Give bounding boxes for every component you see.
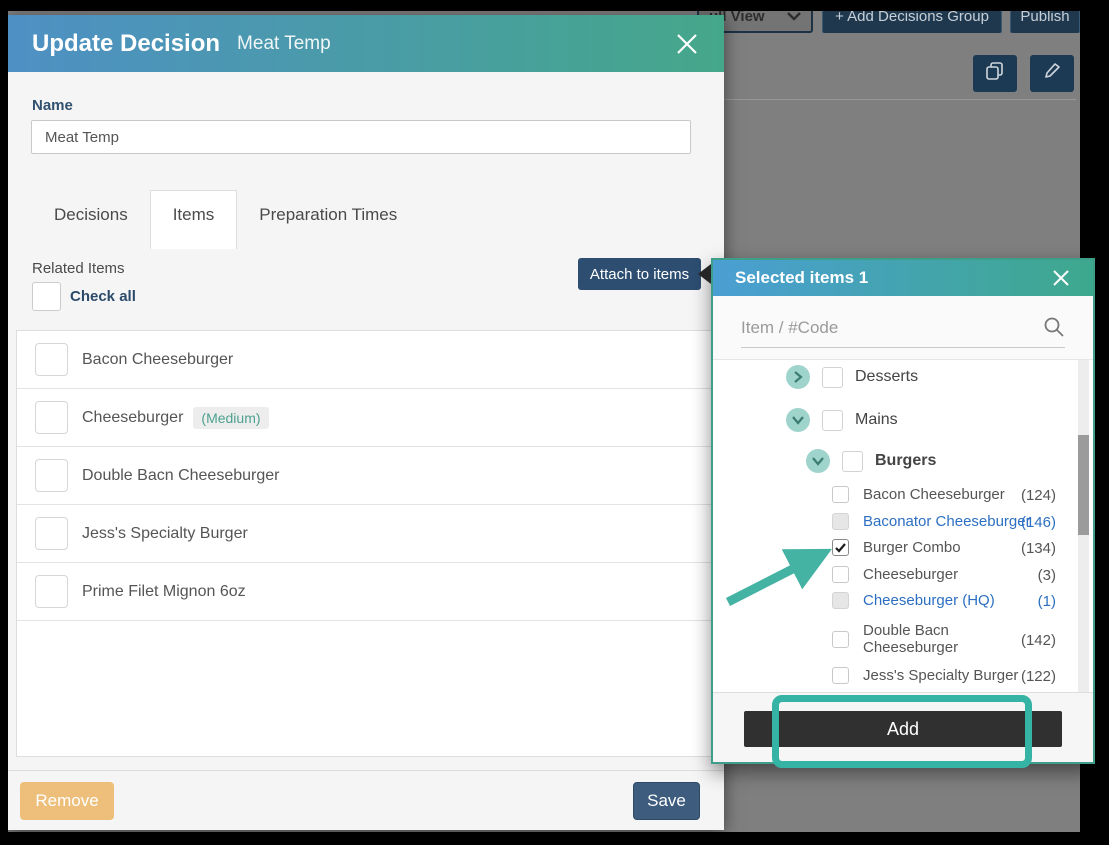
checkmark-icon: [835, 543, 846, 553]
modal-subtitle: Meat Temp: [237, 33, 331, 55]
tree-leaf: Baconator Cheeseburger: [832, 513, 1031, 530]
item-label: Cheeseburger: [82, 409, 183, 427]
item-checkbox[interactable]: [35, 401, 68, 434]
save-button[interactable]: Save: [633, 782, 700, 820]
modal-footer: Remove Save: [8, 770, 724, 830]
leaf-code: (124): [1021, 487, 1056, 504]
leaf-code: (142): [1021, 632, 1056, 649]
group-checkbox[interactable]: [822, 410, 843, 431]
leaf-checkbox[interactable]: [832, 513, 849, 530]
update-decision-modal: Update Decision Meat Temp Name Decisions…: [8, 15, 724, 830]
leaf-checkbox[interactable]: [832, 566, 849, 583]
edit-button[interactable]: [1030, 55, 1074, 92]
modal-title: Update Decision: [32, 30, 220, 58]
item-label: Jess's Specialty Burger: [82, 525, 248, 543]
check-all-checkbox[interactable]: [32, 282, 61, 311]
copy-icon: [984, 61, 1006, 86]
leaf-code: (134): [1021, 540, 1056, 557]
remove-button[interactable]: Remove: [20, 782, 114, 820]
group-label: Mains: [855, 411, 898, 429]
modal-header: Update Decision Meat Temp: [8, 15, 724, 72]
close-icon[interactable]: [674, 31, 700, 57]
related-items-list: Bacon Cheeseburger Cheeseburger (Medium)…: [16, 330, 716, 757]
popup-scrollbar-track[interactable]: [1078, 360, 1089, 692]
leaf-label: Burger Combo: [863, 539, 961, 556]
tree-group-burgers: Burgers: [806, 449, 936, 473]
add-decisions-group-label: + Add Decisions Group: [835, 11, 989, 25]
leaf-label: Bacon Cheeseburger: [863, 486, 1005, 503]
group-checkbox[interactable]: [822, 367, 843, 388]
tab-bar: Decisions Items Preparation Times: [32, 190, 419, 239]
add-decisions-group-button[interactable]: + Add Decisions Group: [822, 11, 1002, 33]
list-item: Bacon Cheeseburger: [17, 331, 715, 389]
popup-search-bar: [713, 296, 1093, 360]
tab-items[interactable]: Items: [150, 190, 238, 249]
list-item: Jess's Specialty Burger: [17, 505, 715, 563]
leaf-checkbox-checked[interactable]: [832, 539, 849, 556]
list-item: Cheeseburger (Medium): [17, 389, 715, 447]
collapse-chevron-down-icon[interactable]: [806, 449, 830, 473]
item-badge: (Medium): [193, 407, 268, 429]
leaf-code: (1): [1038, 593, 1056, 610]
tree-group-desserts: Desserts: [786, 365, 918, 389]
leaf-label: Cheeseburger (HQ): [863, 592, 995, 609]
search-input[interactable]: [741, 308, 1065, 348]
related-items-label: Related Items: [32, 260, 125, 277]
check-all-label: Check all: [70, 288, 136, 305]
chevron-down-icon: [787, 11, 801, 25]
leaf-label: Cheeseburger: [863, 566, 958, 583]
leaf-label: Double Bacn Cheeseburger: [863, 622, 993, 656]
background-divider: [724, 99, 1076, 100]
leaf-code: (146): [1021, 514, 1056, 531]
item-tree: Desserts Mains Burgers Bacon Cheeseburge…: [713, 360, 1093, 692]
leaf-code: (122): [1021, 668, 1056, 685]
leaf-checkbox[interactable]: [832, 486, 849, 503]
popup-pointer-arrow: [698, 264, 711, 284]
item-label: Prime Filet Mignon 6oz: [82, 583, 246, 601]
attach-to-items-button[interactable]: Attach to items: [578, 258, 701, 290]
tree-leaf: Jess's Specialty Burger: [832, 667, 1018, 684]
item-checkbox[interactable]: [35, 459, 68, 492]
tab-preparation-times[interactable]: Preparation Times: [237, 191, 419, 239]
group-label: Desserts: [855, 368, 918, 386]
tree-group-mains: Mains: [786, 408, 898, 432]
collapse-chevron-down-icon[interactable]: [786, 408, 810, 432]
name-input[interactable]: [31, 120, 691, 154]
publish-button[interactable]: Publish: [1010, 11, 1080, 33]
item-checkbox[interactable]: [35, 517, 68, 550]
tab-decisions[interactable]: Decisions: [32, 191, 150, 239]
tree-leaf: Double Bacn Cheeseburger: [832, 622, 1032, 656]
tree-leaf-burger-combo: Burger Combo: [832, 539, 961, 556]
search-icon: [1043, 316, 1065, 343]
tree-leaf: Bacon Cheeseburger: [832, 486, 1005, 503]
popup-title: Selected items 1: [735, 268, 868, 288]
group-label: Burgers: [875, 452, 936, 470]
list-item: Double Bacn Cheeseburger: [17, 447, 715, 505]
add-button[interactable]: Add: [744, 711, 1062, 747]
leaf-label: Jess's Specialty Burger: [863, 667, 1018, 684]
duplicate-button[interactable]: [973, 55, 1017, 92]
tree-leaf: Cheeseburger: [832, 566, 958, 583]
leaf-checkbox[interactable]: [832, 667, 849, 684]
leaf-code: (3): [1038, 567, 1056, 584]
name-field-label: Name: [32, 97, 73, 114]
popup-header: Selected items 1: [713, 260, 1093, 296]
group-checkbox[interactable]: [842, 451, 863, 472]
item-checkbox[interactable]: [35, 343, 68, 376]
leaf-checkbox[interactable]: [832, 631, 849, 648]
item-label: Bacon Cheeseburger: [82, 351, 233, 369]
item-checkbox[interactable]: [35, 575, 68, 608]
popup-scrollbar-thumb[interactable]: [1078, 435, 1089, 535]
leaf-label: Baconator Cheeseburger: [863, 513, 1031, 530]
pencil-icon: [1042, 61, 1062, 86]
selected-items-popup: Selected items 1 Desserts Mains: [711, 258, 1095, 764]
publish-label: Publish: [1020, 11, 1069, 25]
list-item: Prime Filet Mignon 6oz: [17, 563, 715, 621]
popup-footer: Add: [713, 692, 1093, 762]
tree-leaf: Cheeseburger (HQ): [832, 592, 995, 609]
item-label: Double Bacn Cheeseburger: [82, 467, 279, 485]
close-icon[interactable]: [1051, 268, 1071, 288]
leaf-checkbox[interactable]: [832, 592, 849, 609]
expand-chevron-right-icon[interactable]: [786, 365, 810, 389]
